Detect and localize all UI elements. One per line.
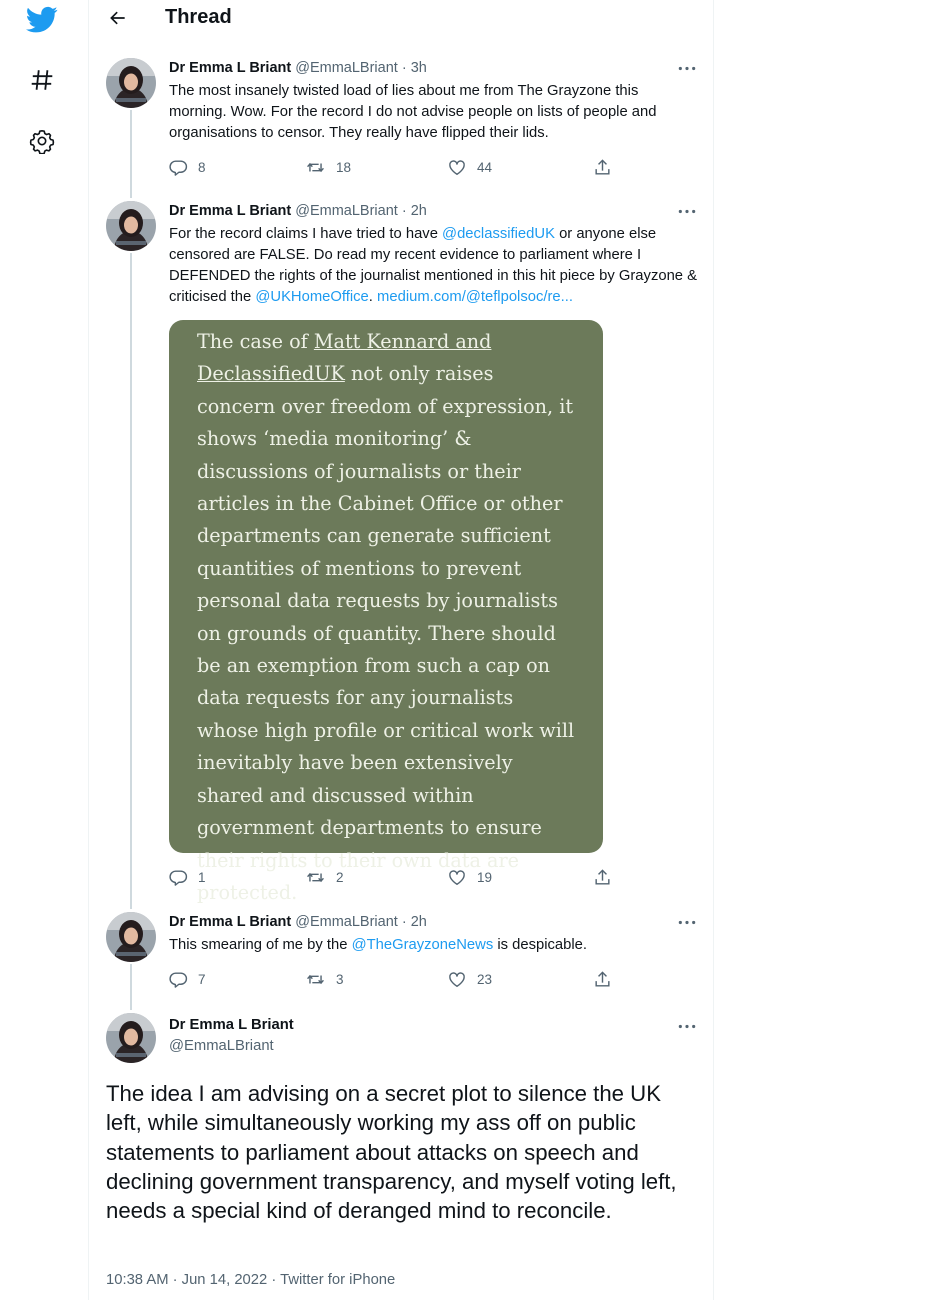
- tweet-actions: 7 3 23: [169, 968, 619, 990]
- tweet-time[interactable]: · 2h: [398, 203, 427, 219]
- url-link[interactable]: medium.com/@teflpolsoc/re...: [377, 289, 573, 305]
- avatar[interactable]: [106, 58, 156, 108]
- tweet-text-part: .: [368, 289, 378, 305]
- share-icon: [593, 970, 612, 989]
- twitter-logo-icon[interactable]: [24, 2, 60, 38]
- tweet-text: The idea I am advising on a secret plot …: [106, 1081, 677, 1224]
- retweet-icon: [305, 158, 326, 177]
- reply-count: 7: [198, 971, 206, 987]
- retweet-count: 18: [336, 159, 352, 175]
- thread-column: Thread Dr Emma L Briant @EmmaLBriant · 3…: [88, 0, 714, 1300]
- mention-link[interactable]: @TheGrayzoneNews: [352, 937, 494, 953]
- reply-icon: [169, 158, 188, 177]
- like-count: 44: [477, 159, 493, 175]
- more-icon[interactable]: [675, 915, 699, 929]
- reply-icon: [169, 970, 188, 989]
- tweet-text-part: For the record claims I have tried to ha…: [169, 226, 443, 242]
- like-icon: [447, 970, 467, 989]
- gear-icon[interactable]: [24, 123, 60, 159]
- retweet-button[interactable]: 2: [305, 866, 344, 888]
- author-name[interactable]: Dr Emma L Briant: [169, 203, 291, 219]
- author-handle[interactable]: @EmmaLBriant: [295, 914, 398, 930]
- quote-text-lead: The case of: [197, 330, 314, 353]
- tweet-time[interactable]: · 3h: [398, 60, 427, 76]
- tweet-text: This smearing of me by the @TheGrayzoneN…: [169, 935, 699, 956]
- tweet-header: Dr Emma L Briant @EmmaLBriant · 3h: [169, 60, 427, 76]
- reply-icon: [169, 868, 188, 887]
- thread-connector: [130, 253, 132, 909]
- retweet-icon: [305, 970, 326, 989]
- tweet-text-part: This smearing of me by the: [169, 937, 352, 953]
- tweet-text: For the record claims I have tried to ha…: [169, 224, 699, 308]
- share-button[interactable]: [593, 866, 612, 888]
- avatar[interactable]: [106, 912, 156, 962]
- tweet-header: Dr Emma L Briant @EmmaLBriant · 2h: [169, 203, 427, 219]
- reply-count: 8: [198, 159, 206, 175]
- reply-count: 1: [198, 869, 206, 885]
- author-handle[interactable]: @EmmaLBriant: [295, 60, 398, 76]
- like-icon: [447, 868, 467, 887]
- quote-text-body: not only raises concern over freedom of …: [197, 362, 575, 904]
- mention-link[interactable]: @declassifiedUK: [442, 226, 555, 242]
- more-icon[interactable]: [675, 204, 699, 218]
- retweet-count: 3: [336, 971, 344, 987]
- author-name[interactable]: Dr Emma L Briant: [169, 1017, 294, 1033]
- like-button[interactable]: 23: [447, 968, 492, 990]
- thread-connector: [130, 110, 132, 198]
- hashtag-icon[interactable]: [24, 62, 60, 98]
- retweet-count: 2: [336, 869, 344, 885]
- left-nav-rail: [0, 0, 88, 1300]
- author-name[interactable]: Dr Emma L Briant: [169, 914, 291, 930]
- tweet-text: The most insanely twisted load of lies a…: [169, 83, 657, 141]
- tweet-timestamp[interactable]: 10:38 AM · Jun 14, 2022 · Twitter for iP…: [106, 1272, 395, 1288]
- author-handle[interactable]: @EmmaLBriant: [169, 1038, 274, 1054]
- more-icon[interactable]: [675, 61, 699, 75]
- share-icon: [593, 158, 612, 177]
- tweet-actions: 1 2 19: [169, 866, 619, 888]
- author-name[interactable]: Dr Emma L Briant: [169, 60, 291, 76]
- retweet-icon: [305, 868, 326, 887]
- tweet-text-part: is despicable.: [493, 937, 588, 953]
- tweet-time[interactable]: · 2h: [398, 914, 427, 930]
- quote-image[interactable]: The case of Matt Kennard and Declassifie…: [169, 320, 603, 904]
- share-button[interactable]: [593, 968, 612, 990]
- reply-button[interactable]: 7: [169, 968, 206, 990]
- like-count: 23: [477, 971, 493, 987]
- like-count: 19: [477, 869, 493, 885]
- author-handle[interactable]: @EmmaLBriant: [295, 203, 398, 219]
- mention-link[interactable]: @UKHomeOffice: [255, 289, 368, 305]
- thread-header: Thread: [89, 0, 715, 38]
- retweet-button[interactable]: 18: [305, 156, 351, 178]
- back-arrow-icon[interactable]: [105, 5, 131, 31]
- share-button[interactable]: [593, 156, 612, 178]
- page-title: Thread: [165, 6, 232, 28]
- tweet-header: Dr Emma L Briant @EmmaLBriant · 2h: [169, 914, 427, 930]
- like-icon: [447, 158, 467, 177]
- thread-connector: [130, 964, 132, 1010]
- reply-button[interactable]: 1: [169, 866, 206, 888]
- reply-button[interactable]: 8: [169, 156, 206, 178]
- avatar[interactable]: [106, 201, 156, 251]
- avatar[interactable]: [106, 1013, 156, 1063]
- tweet-actions: 8 18 44: [169, 156, 619, 178]
- like-button[interactable]: 44: [447, 156, 492, 178]
- like-button[interactable]: 19: [447, 866, 492, 888]
- more-icon[interactable]: [675, 1019, 699, 1033]
- retweet-button[interactable]: 3: [305, 968, 344, 990]
- share-icon: [593, 868, 612, 887]
